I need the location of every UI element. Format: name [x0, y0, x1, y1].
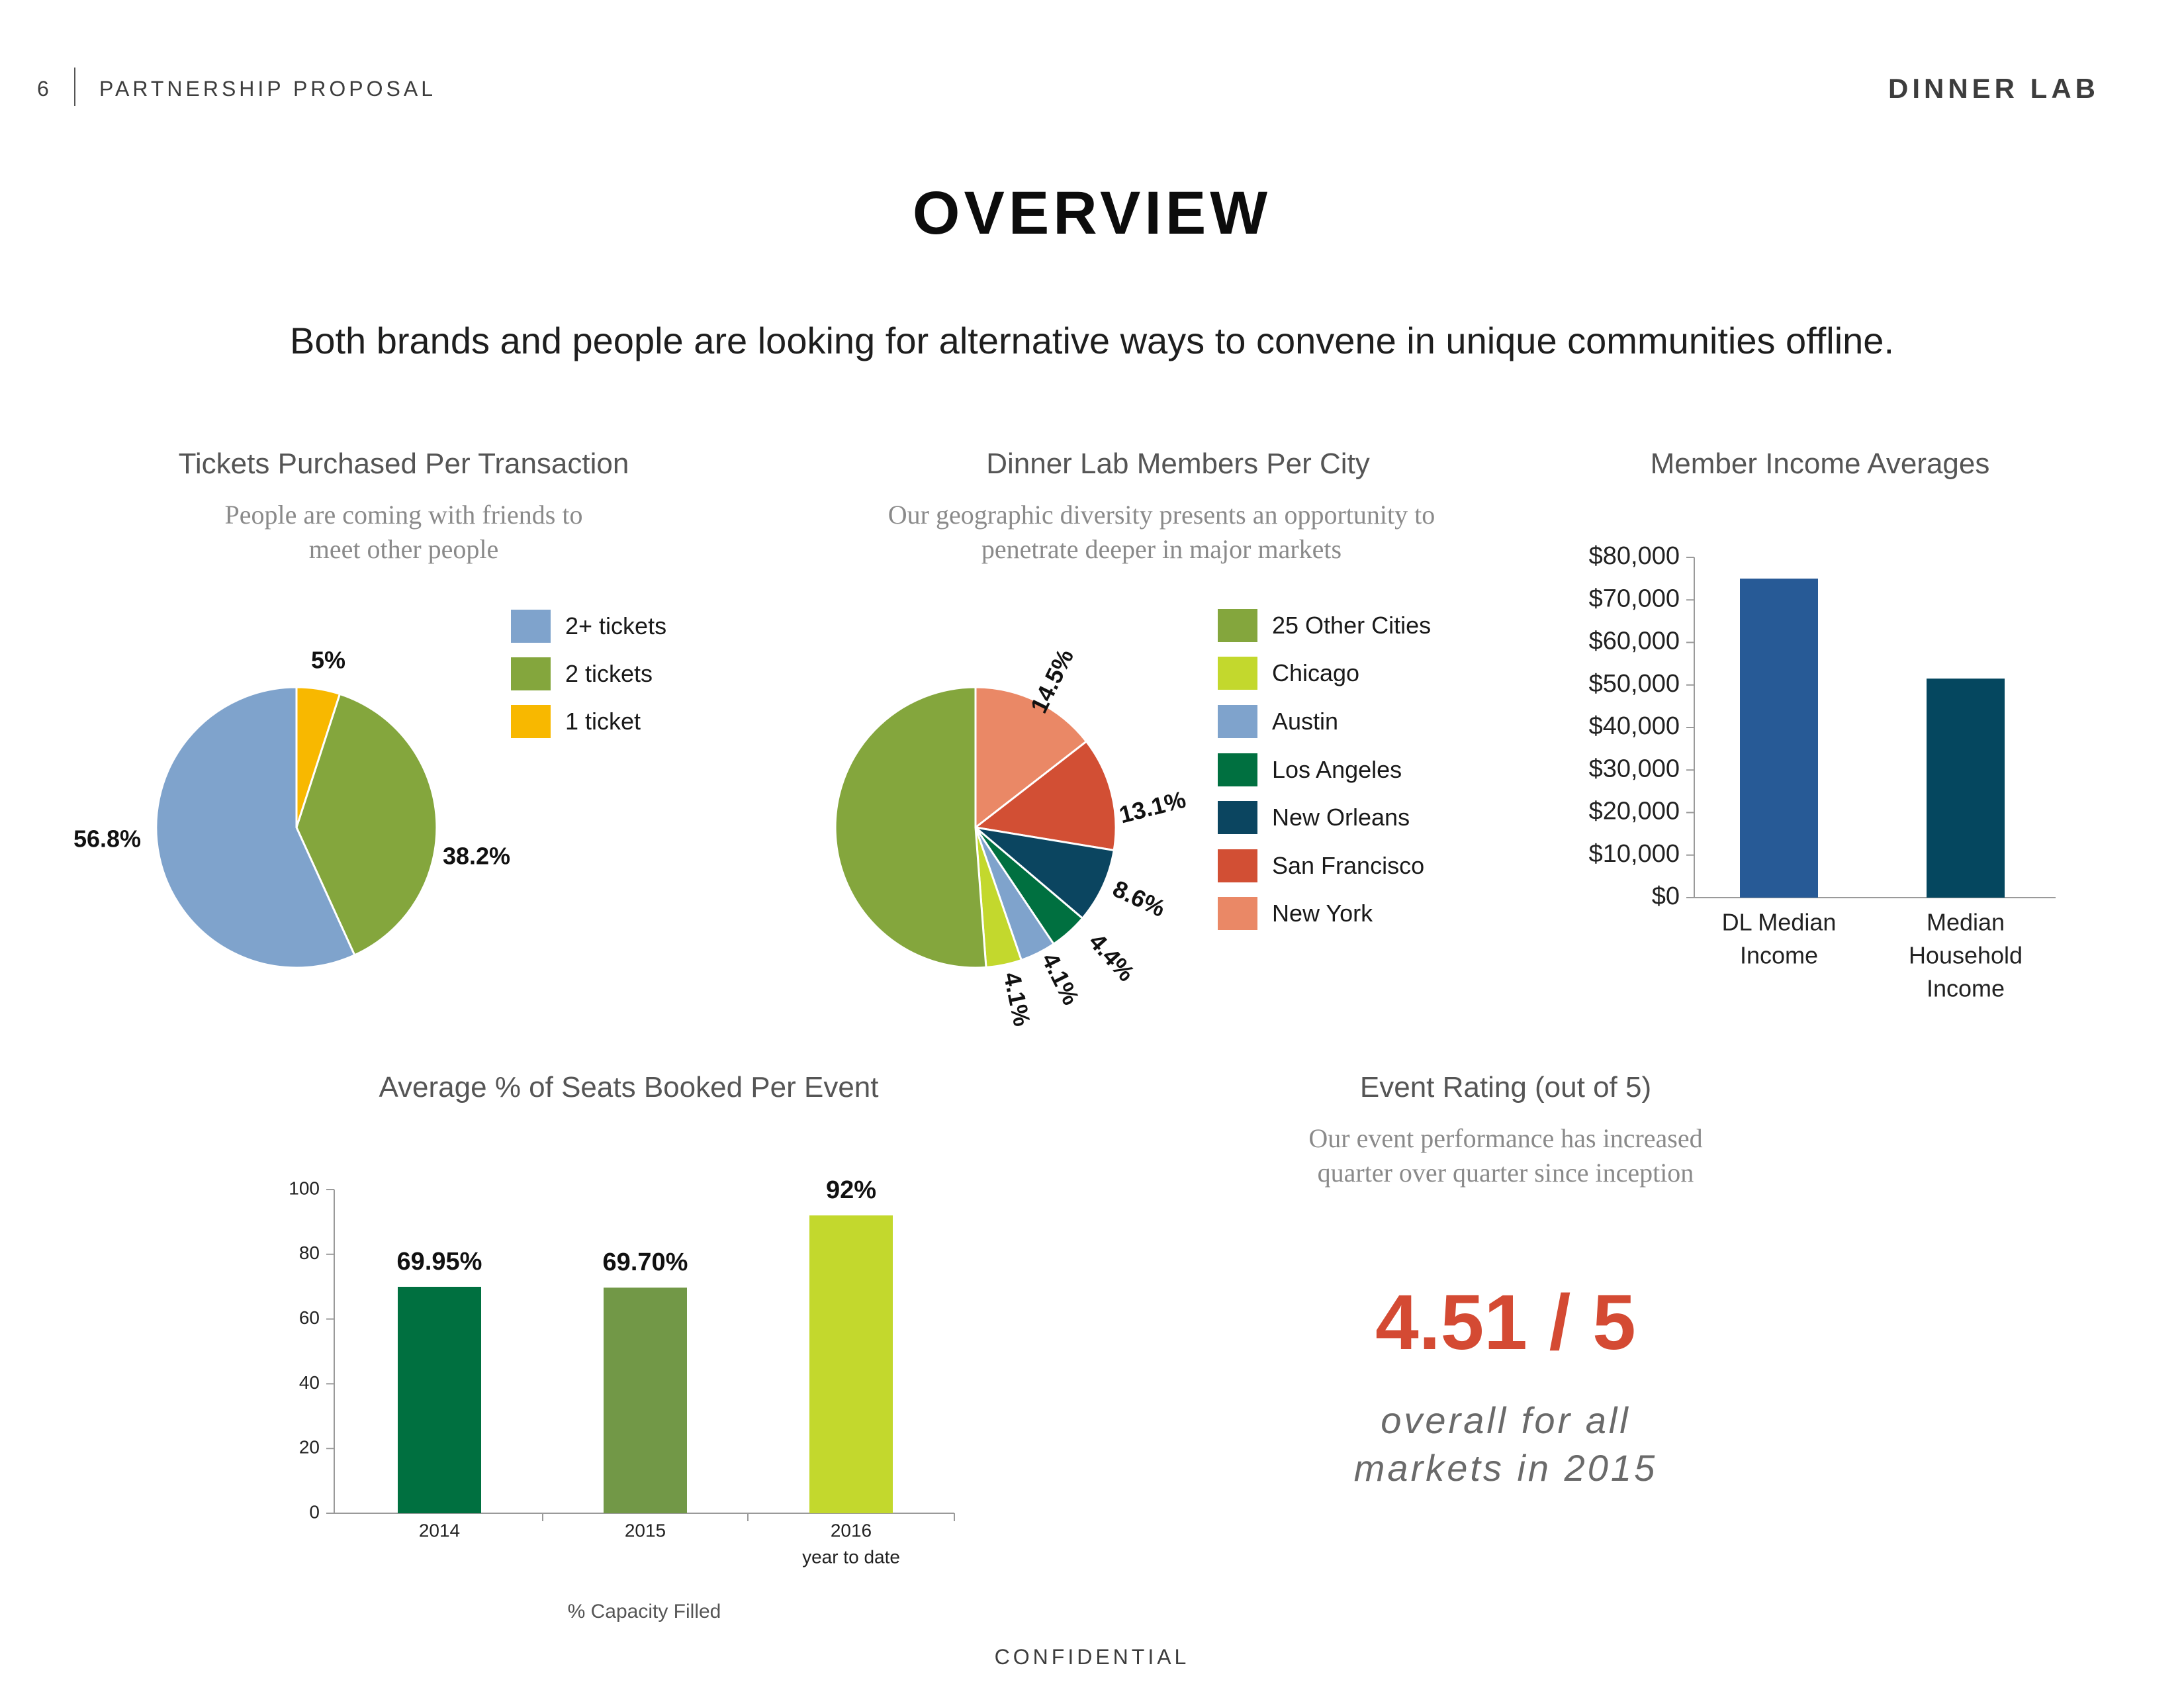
- confidential-footer: CONFIDENTIAL: [994, 1645, 1190, 1669]
- y-tick-label: 60: [299, 1307, 320, 1328]
- y-tick-label: 0: [309, 1501, 320, 1522]
- x-tick-label: year to date: [802, 1546, 900, 1567]
- x-tick-label: 2015: [625, 1520, 666, 1540]
- rating-subtitle-line-1: Our event performance has increased: [1308, 1123, 1703, 1153]
- rating-value: 4.51 / 5: [1375, 1279, 1636, 1366]
- seats-bar-chart: 0 20 40 60 80 100 69.95% 2014 69.70% 2015 92% 2016 y…: [289, 1176, 955, 1622]
- bar-value-label: 92%: [826, 1176, 876, 1204]
- bar-2014: [398, 1286, 481, 1513]
- bar-value-label: 69.95%: [397, 1248, 482, 1276]
- bar-value-label: 69.70%: [603, 1248, 688, 1276]
- rating-subtitle: Our event performance has increased quar…: [1224, 1121, 1787, 1190]
- x-tick-label: 2016: [831, 1520, 872, 1540]
- y-tick-label: 40: [299, 1372, 320, 1393]
- y-tick-label: 80: [299, 1243, 320, 1263]
- rating-caption-line-1: overall for all: [1381, 1399, 1631, 1441]
- rating-caption-line-2: markets in 2015: [1353, 1447, 1658, 1489]
- x-axis-label: % Capacity Filled: [568, 1601, 721, 1622]
- bar-2016-year-to-date: [809, 1215, 893, 1513]
- y-tick-label: 20: [299, 1437, 320, 1458]
- y-tick-label: 100: [289, 1178, 320, 1198]
- rating-subtitle-line-2: quarter over quarter since inception: [1317, 1158, 1694, 1188]
- rating-caption: overall for all markets in 2015: [1257, 1397, 1754, 1492]
- bar-2015: [604, 1288, 687, 1513]
- x-tick-label: 2014: [419, 1520, 460, 1540]
- rating-title: Event Rating (out of 5): [1359, 1071, 1652, 1103]
